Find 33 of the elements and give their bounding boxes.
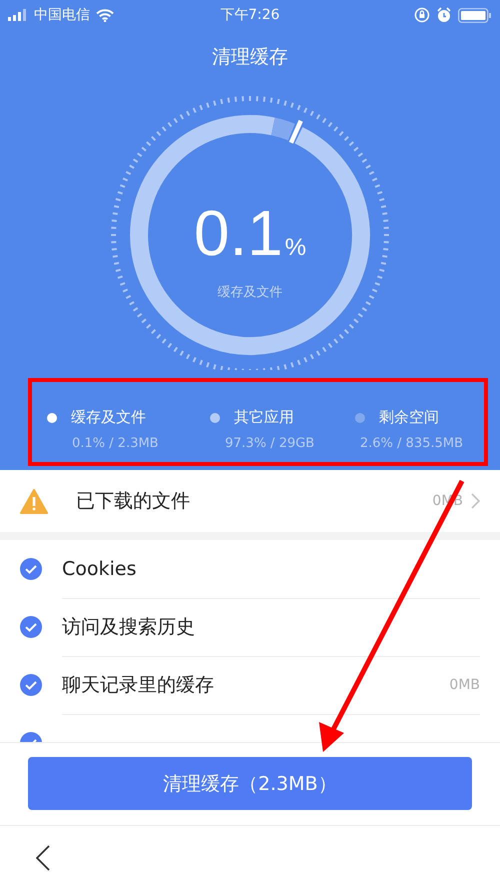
- clean-cache-button[interactable]: 清理缓存（2.3MB）: [28, 757, 472, 810]
- legend-label: 缓存及文件: [71, 408, 146, 427]
- legend-detail: 0.1% / 2.3MB: [72, 436, 160, 451]
- gauge-marker: [289, 120, 303, 144]
- row-label: 访问及搜索历史: [62, 614, 196, 640]
- checkbox[interactable]: [20, 674, 42, 696]
- legend-detail: 97.3% / 29GB: [225, 436, 316, 451]
- gauge-unit: %: [284, 234, 306, 262]
- carrier-name: 中国电信: [34, 6, 90, 24]
- legend-label: 剩余空间: [379, 408, 439, 427]
- gauge-value: 0.1: [194, 201, 283, 265]
- signal-icon: [8, 9, 28, 21]
- row-label: Cookies: [62, 556, 138, 582]
- status-time: 下午7:26: [219, 6, 281, 24]
- alarm-icon: [436, 7, 452, 23]
- chevron-right-icon: [471, 493, 480, 509]
- battery-icon: [458, 8, 492, 22]
- row-label: 聊天记录里的缓存: [62, 672, 215, 698]
- row-label: 已下载的文件: [76, 489, 191, 514]
- cache-row[interactable]: Cookies: [0, 540, 500, 598]
- cache-row[interactable]: 聊天记录里的缓存 0MB: [0, 656, 500, 714]
- wifi-icon: [96, 8, 114, 22]
- legend-detail: 2.6% / 835.5MB: [360, 436, 464, 451]
- warning-icon: [20, 488, 48, 514]
- page-title: 清理缓存: [211, 45, 289, 70]
- row-size: 0MB: [449, 676, 480, 692]
- back-icon[interactable]: [36, 844, 50, 870]
- checkbox[interactable]: [20, 616, 42, 638]
- rotation-lock-icon: [414, 7, 430, 23]
- cache-row[interactable]: 访问及搜索历史: [0, 598, 500, 656]
- checkbox[interactable]: [20, 558, 42, 580]
- gauge-caption: 缓存及文件: [218, 284, 282, 301]
- legend-label: 其它应用: [234, 408, 294, 427]
